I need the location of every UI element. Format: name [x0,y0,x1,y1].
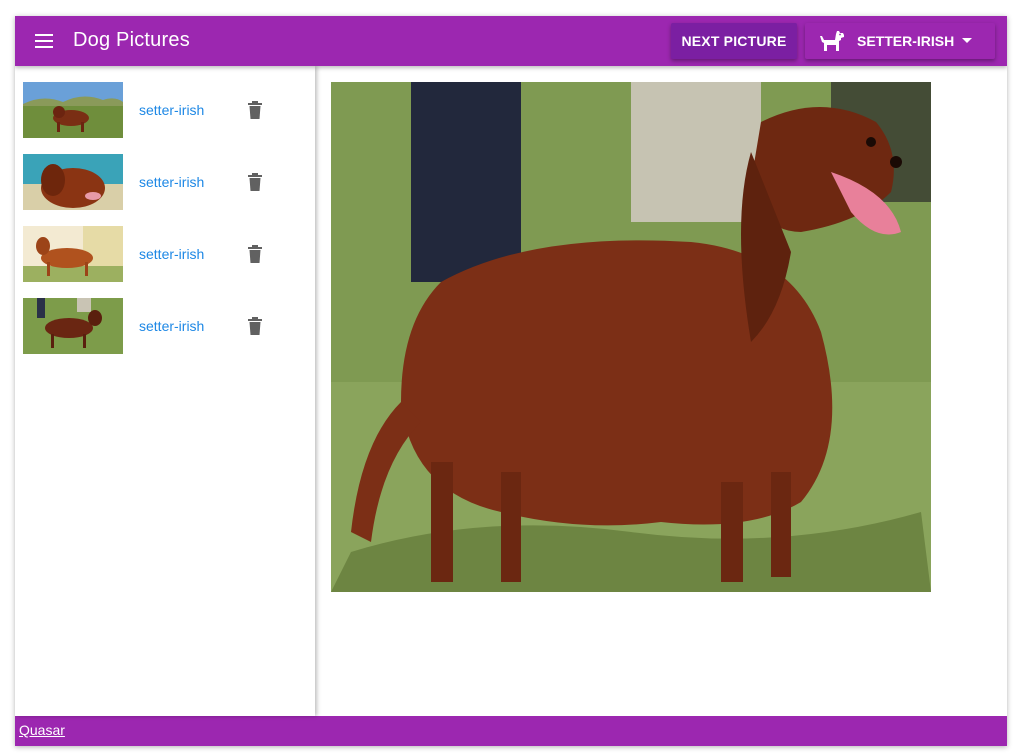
main-content [315,66,1007,716]
picture-list-sidebar: setter-irish setter-irish setter-irish s… [15,66,315,716]
list-item[interactable]: setter-irish [15,210,315,282]
list-item[interactable]: setter-irish [15,138,315,210]
app-window: Dog Pictures Next Picture setter-irish [15,16,1007,746]
trash-icon[interactable] [247,173,263,191]
list-item-label[interactable]: setter-irish [139,174,204,190]
dog-thumbnail [23,82,123,138]
breed-select[interactable]: setter-irish [805,23,995,59]
arrow-drop-down-icon [962,38,972,43]
dog-icon [820,31,844,51]
quasar-link[interactable]: Quasar [19,722,65,738]
dog-photo [331,82,931,592]
dog-thumbnail [23,226,123,282]
page-title: Dog Pictures [73,29,190,51]
dog-thumbnail [23,298,123,354]
list-item-label[interactable]: setter-irish [139,102,204,118]
list-item[interactable]: setter-irish [15,66,315,138]
trash-icon[interactable] [247,101,263,119]
dog-thumbnail [23,154,123,210]
list-item-label[interactable]: setter-irish [139,246,204,262]
next-picture-button[interactable]: Next Picture [671,23,797,59]
list-item[interactable]: setter-irish [15,282,315,354]
app-header: Dog Pictures Next Picture setter-irish [15,16,1007,66]
breed-select-value: setter-irish [857,33,955,49]
app-footer: Quasar [15,716,1007,746]
trash-icon[interactable] [247,245,263,263]
list-item-label[interactable]: setter-irish [139,318,204,334]
menu-icon[interactable] [29,28,57,54]
trash-icon[interactable] [247,317,263,335]
